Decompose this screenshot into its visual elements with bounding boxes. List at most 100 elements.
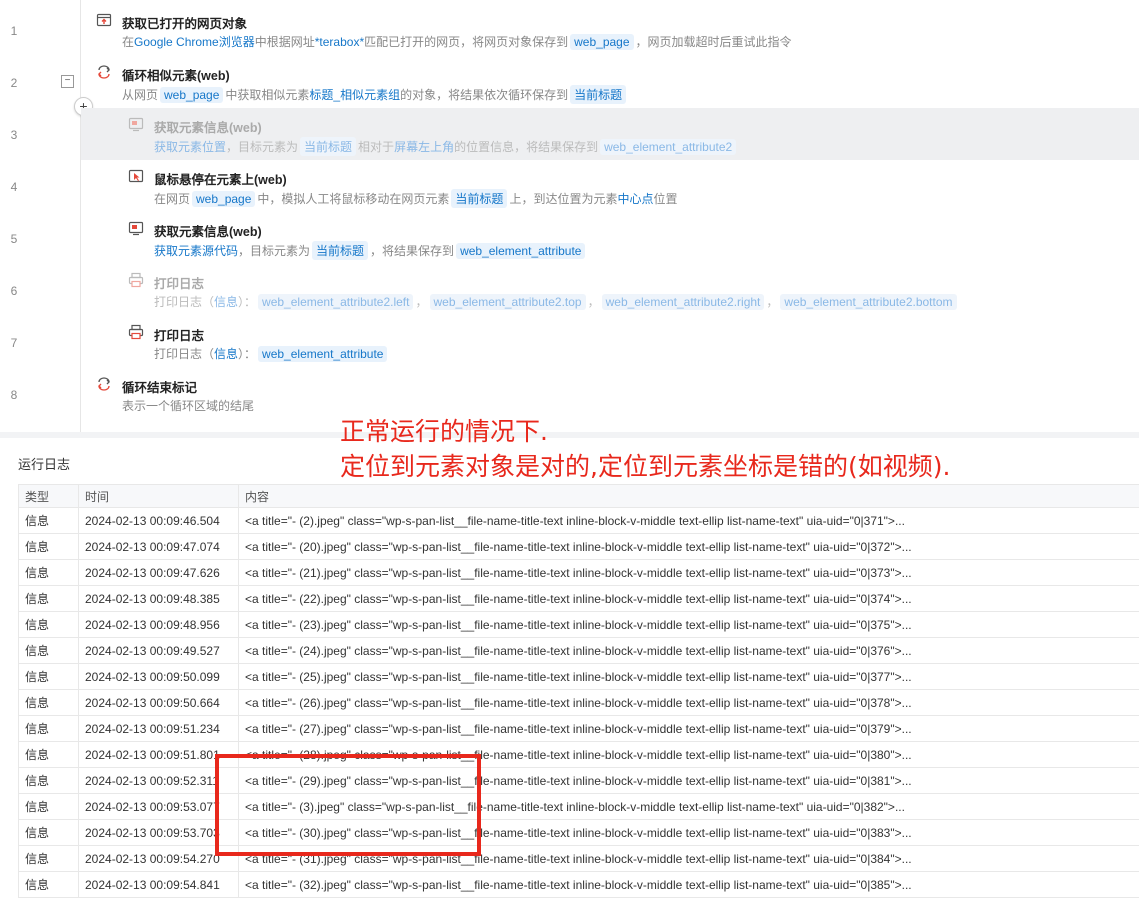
desc-text: ， (766, 295, 779, 309)
desc-text: ， (587, 295, 600, 309)
variable-tag[interactable]: web_element_attribute (258, 346, 388, 362)
table-row[interactable]: 信息 2024-02-13 00:09:52.311 <a title="- (29… (18, 767, 1139, 794)
flow-row[interactable]: 6 打印日志 打印日志（信息）： web_element_attribute2.l… (0, 260, 1139, 312)
table-row[interactable]: 信息 2024-02-13 00:09:51.801 <a title="- (28… (18, 741, 1139, 768)
highlight-box (215, 754, 481, 856)
log-time-cell: 2024-02-13 00:09:50.664 (78, 689, 239, 716)
desc-text: ，目标元素为 (226, 140, 299, 154)
log-type-cell: 信息 (18, 611, 79, 638)
table-row[interactable]: 信息 2024-02-13 00:09:50.099 <a title="- (25… (18, 663, 1139, 690)
param-link[interactable]: 标题_相似元素组 (309, 88, 400, 102)
flow-row[interactable]: 7 打印日志 打印日志（信息）： web_element_attribute (0, 312, 1139, 364)
log-content-cell: <a title="- (22).jpeg" class="wp-s-pan-l… (238, 585, 1139, 612)
variable-tag[interactable]: 当前标题 (300, 137, 357, 156)
step-description: 在网页 web_page 中，模拟人工将鼠标移动在网页元素 当前标题 上，到达位置为元素… (154, 189, 677, 208)
desc-text: 打印日志（ (154, 347, 215, 361)
variable-tag[interactable]: web_page (160, 87, 224, 103)
table-header-row: 类型 时间 内容 (18, 484, 1139, 508)
desc-text: 匹配已打开的网页，将网页对象保存到 (364, 35, 569, 49)
line-number: 4 (10, 180, 18, 194)
param-link[interactable]: *terabox* (315, 35, 364, 49)
variable-tag[interactable]: 当前标题 (312, 241, 369, 260)
log-content-cell: <a title="- (21).jpeg" class="wp-s-pan-l… (238, 559, 1139, 586)
log-type-cell: 信息 (18, 793, 79, 820)
variable-tag[interactable]: web_element_attribute (456, 243, 586, 259)
annotation-text: 正常运行的情况下. 定位到元素对象是对的,定位到元素坐标是错的(如视频). (340, 414, 950, 484)
param-link[interactable]: 获取元素源代码 (154, 244, 238, 258)
variable-tag[interactable]: web_element_attribute2 (600, 139, 737, 155)
param-link[interactable]: 信息 (214, 347, 238, 361)
param-link[interactable]: Google Chrome浏览器 (134, 35, 255, 49)
flow-row[interactable]: 4 鼠标悬停在元素上(web) 在网页 web_page 中，模拟人工将鼠标移动在网… (0, 156, 1139, 208)
annotation-line-2: 定位到元素对象是对的,定位到元素坐标是错的(如视频). (340, 452, 951, 481)
log-type-cell: 信息 (18, 871, 79, 898)
line-number: 1 (10, 24, 18, 38)
loop-icon (96, 64, 112, 80)
step-description: 获取元素位置，目标元素为 当前标题 相对于屏幕左上角的位置信息，将结果保存到 web_… (154, 137, 738, 156)
log-type-cell: 信息 (18, 689, 79, 716)
table-row[interactable]: 信息 2024-02-13 00:09:48.956 <a title="- (23… (18, 611, 1139, 638)
flow-row[interactable]: 1 获取已打开的网页对象 在Google Chrome浏览器中根据网址*tera… (0, 0, 1139, 52)
table-row[interactable]: 信息 2024-02-13 00:09:47.074 <a title="- (20… (18, 533, 1139, 560)
column-header-time[interactable]: 时间 (78, 484, 239, 508)
desc-text: ， (415, 295, 428, 309)
log-time-cell: 2024-02-13 00:09:46.504 (78, 507, 239, 534)
table-row[interactable]: 信息 2024-02-13 00:09:54.841 <a title="- (32… (18, 871, 1139, 898)
param-link[interactable]: 中心点 (617, 192, 653, 206)
table-row[interactable]: 信息 2024-02-13 00:09:49.527 <a title="- (24… (18, 637, 1139, 664)
print-log-icon (128, 324, 144, 340)
step-description: 从网页 web_page 中获取相似元素标题_相似元素组的对象，将结果依次循环保存到… (122, 85, 628, 104)
log-time-cell: 2024-02-13 00:09:54.841 (78, 871, 239, 898)
param-link[interactable]: 信息 (214, 295, 238, 309)
variable-tag[interactable]: web_element_attribute2.right (601, 294, 765, 310)
mouse-hover-icon (128, 168, 144, 184)
step-title: 获取元素信息(web) (154, 121, 262, 135)
collapse-toggle[interactable]: − (61, 75, 74, 88)
desc-text: 从网页 (122, 88, 159, 102)
log-content-cell: <a title="- (27).jpeg" class="wp-s-pan-l… (238, 715, 1139, 742)
line-number: 7 (10, 336, 18, 350)
table-row[interactable]: 信息 2024-02-13 00:09:46.504 <a title="- (2)… (18, 507, 1139, 534)
variable-tag[interactable]: web_element_attribute2.bottom (780, 294, 957, 310)
log-type-cell: 信息 (18, 715, 79, 742)
flow-row[interactable]: 2 循环相似元素(web) 从网页 web_page 中获取相似元素标题_相似元素组… (0, 52, 1139, 104)
log-type-cell: 信息 (18, 767, 79, 794)
column-header-content[interactable]: 内容 (238, 484, 1139, 508)
desc-text: ，目标元素为 (238, 244, 311, 258)
variable-tag[interactable]: 当前标题 (570, 85, 627, 104)
step-description: 在Google Chrome浏览器中根据网址*terabox*匹配已打开的网页，… (122, 33, 792, 50)
log-content-cell: <a title="- (20).jpeg" class="wp-s-pan-l… (238, 533, 1139, 560)
variable-tag[interactable]: web_page (192, 191, 256, 207)
step-title: 鼠标悬停在元素上(web) (154, 173, 287, 187)
column-header-type[interactable]: 类型 (18, 484, 79, 508)
log-time-cell: 2024-02-13 00:09:47.626 (78, 559, 239, 586)
variable-tag[interactable]: web_page (570, 34, 634, 50)
variable-tag[interactable]: web_element_attribute2.top (429, 294, 586, 310)
log-content-cell: <a title="- (24).jpeg" class="wp-s-pan-l… (238, 637, 1139, 664)
step-title: 获取已打开的网页对象 (122, 17, 248, 31)
table-row[interactable]: 信息 2024-02-13 00:09:53.077 <a title="- (3)… (18, 793, 1139, 820)
element-info-icon (128, 220, 144, 236)
table-row[interactable]: 信息 2024-02-13 00:09:51.234 <a title="- (27… (18, 715, 1139, 742)
variable-tag[interactable]: 当前标题 (451, 189, 508, 208)
element-info-icon (128, 116, 144, 132)
flow-row[interactable]: 5 获取元素信息(web) 获取元素源代码，目标元素为 当前标题 ，将结果保存到 we… (0, 208, 1139, 260)
line-number: 5 (10, 232, 18, 246)
log-type-cell: 信息 (18, 533, 79, 560)
flow-row[interactable]: 8 循环结束标记 表示一个循环区域的结尾 (0, 364, 1139, 416)
variable-tag[interactable]: web_element_attribute2.left (258, 294, 414, 310)
log-type-cell: 信息 (18, 741, 79, 768)
param-link[interactable]: 屏幕左上角 (394, 140, 454, 154)
table-row[interactable]: 信息 2024-02-13 00:09:54.270 <a title="- (31… (18, 845, 1139, 872)
desc-text: 的位置信息，将结果保存到 (454, 140, 599, 154)
desc-text: 在 (122, 35, 135, 49)
flow-row[interactable]: 3 获取元素信息(web) 获取元素位置，目标元素为 当前标题 相对于屏幕左上角的位… (0, 104, 1139, 156)
table-row[interactable]: 信息 2024-02-13 00:09:50.664 <a title="- (26… (18, 689, 1139, 716)
desc-text: 表示一个循环区域的结尾 (122, 399, 255, 413)
param-link[interactable]: 获取元素位置 (154, 140, 226, 154)
step-title: 循环结束标记 (122, 381, 198, 395)
table-row[interactable]: 信息 2024-02-13 00:09:47.626 <a title="- (21… (18, 559, 1139, 586)
log-type-cell: 信息 (18, 637, 79, 664)
table-row[interactable]: 信息 2024-02-13 00:09:53.703 <a title="- (30… (18, 819, 1139, 846)
table-row[interactable]: 信息 2024-02-13 00:09:48.385 <a title="- (22… (18, 585, 1139, 612)
